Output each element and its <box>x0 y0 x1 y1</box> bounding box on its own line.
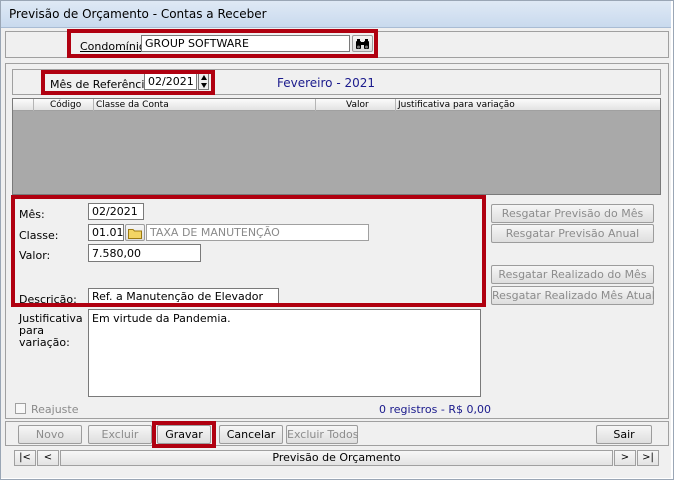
reajuste-label: Reajuste <box>31 403 79 416</box>
reajuste-checkbox[interactable] <box>15 403 26 414</box>
grid-col-codigo[interactable]: Código <box>50 100 81 110</box>
grid-col-valor[interactable]: Valor <box>346 100 369 110</box>
justificativa-textarea[interactable]: Em virtude da Pandemia. <box>88 309 481 397</box>
nav-last-button[interactable]: >| <box>637 450 659 466</box>
cancelar-button[interactable]: Cancelar <box>219 425 283 444</box>
excluir-button[interactable]: Excluir <box>88 425 152 444</box>
records-grid[interactable] <box>12 98 661 195</box>
nav-next-button[interactable]: > <box>614 450 636 466</box>
resgatar-realizado-atual-button[interactable]: Resgatar Realizado Mês Atual <box>491 286 655 305</box>
window-title: Previsão de Orçamento - Contas a Receber <box>9 7 267 21</box>
nav-prev-button[interactable]: < <box>37 450 59 466</box>
resgatar-previsao-anual-button[interactable]: Resgatar Previsão Anual <box>491 224 654 243</box>
referencia-highlight <box>41 70 215 95</box>
gravar-highlight <box>152 421 216 448</box>
grid-col-separator <box>93 99 94 111</box>
justificativa-label: Justificativa para variação: <box>19 313 83 349</box>
condominio-highlight <box>67 29 378 58</box>
novo-button[interactable]: Novo <box>18 425 82 444</box>
registros-status: 0 registros - R$ 0,00 <box>379 403 491 416</box>
resgatar-realizado-mes-button[interactable]: Resgatar Realizado do Mês <box>491 265 654 284</box>
grid-col-justificativa[interactable]: Justificativa para variação <box>398 100 515 110</box>
resgatar-previsao-mes-button[interactable]: Resgatar Previsão do Mês <box>491 204 654 223</box>
referencia-display: Fevereiro - 2021 <box>277 76 376 90</box>
form-highlight <box>11 195 486 307</box>
nav-label: Previsão de Orçamento <box>60 450 613 466</box>
nav-first-button[interactable]: |< <box>14 450 36 466</box>
grid-col-classe[interactable]: Classe da Conta <box>96 100 169 110</box>
grid-col-separator <box>395 99 396 111</box>
grid-col-separator <box>315 99 316 111</box>
excluir-todos-button[interactable]: Excluir Todos <box>286 425 358 444</box>
grid-col-separator <box>33 99 34 111</box>
sair-button[interactable]: Sair <box>596 425 652 444</box>
justificativa-label-line: variação: <box>19 336 70 349</box>
